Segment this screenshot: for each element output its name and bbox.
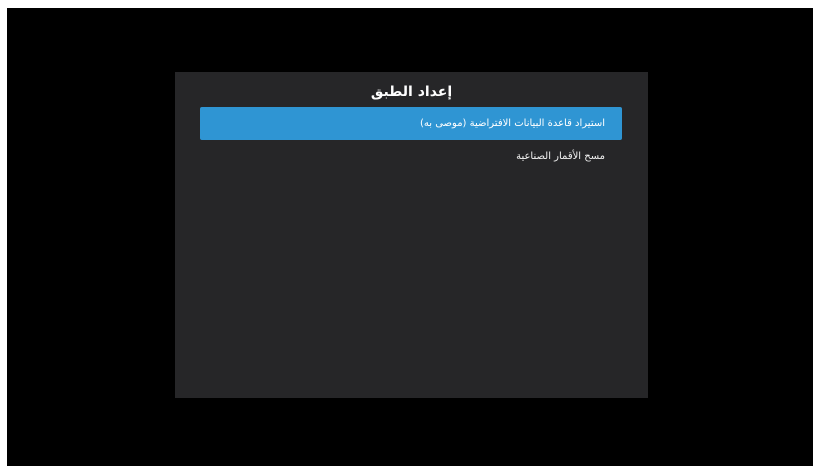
dish-setup-dialog: إعداد الطبق استيراد قاعدة البيانات الافت… xyxy=(175,72,648,398)
tv-screen: إعداد الطبق استيراد قاعدة البيانات الافت… xyxy=(7,8,813,466)
menu-item-satellite-scan[interactable]: مسح الأقمار الصناعية xyxy=(200,140,622,173)
setup-menu: استيراد قاعدة البيانات الافتراضية (موصى … xyxy=(200,107,622,173)
dialog-title: إعداد الطبق xyxy=(370,84,453,100)
menu-item-import-default-database[interactable]: استيراد قاعدة البيانات الافتراضية (موصى … xyxy=(200,107,622,140)
